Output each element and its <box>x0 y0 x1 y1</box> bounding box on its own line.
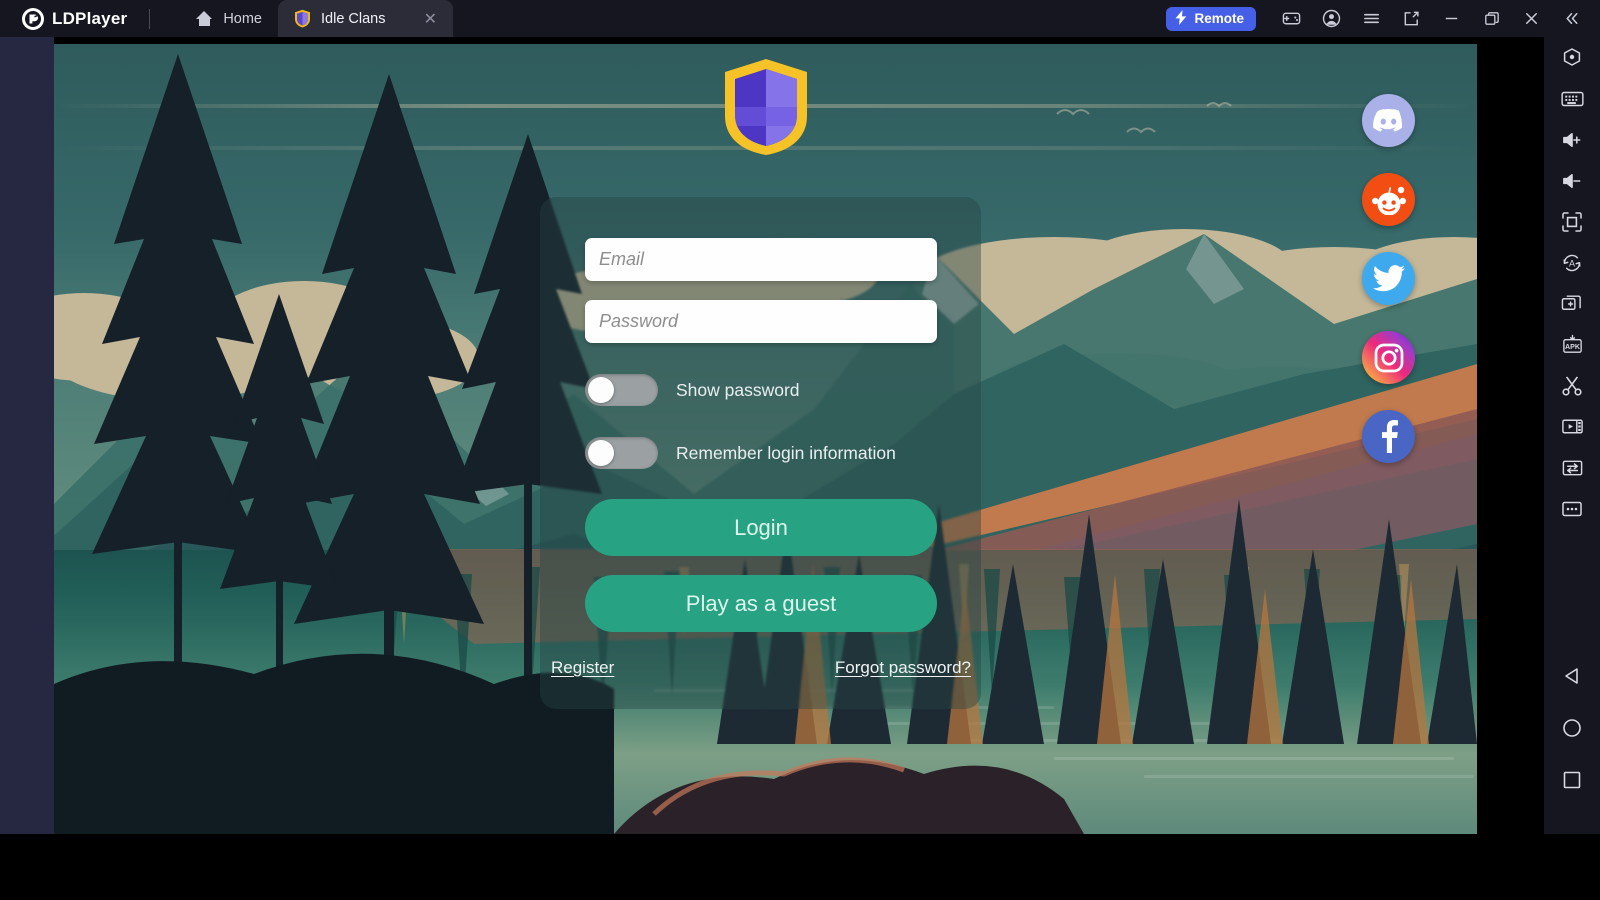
ldplayer-window: LDPlayer Home Idle Clans ✕ Remote Email … <box>0 0 1600 900</box>
login-button-label: Login <box>734 514 788 540</box>
play-as-guest-label: Play as a guest <box>685 590 837 616</box>
apk-install-icon[interactable]: APK <box>1544 324 1600 365</box>
auto-rotate-icon[interactable]: A <box>1544 242 1600 283</box>
minimize-icon[interactable] <box>1432 0 1470 37</box>
toggle-knob <box>588 377 614 403</box>
fullscreen-icon[interactable] <box>1544 201 1600 242</box>
bottom-bar <box>0 834 1600 900</box>
email-placeholder: Email <box>599 249 645 269</box>
facebook-icon[interactable] <box>1362 410 1415 463</box>
register-link[interactable]: Register <box>551 658 614 678</box>
remember-login-toggle[interactable] <box>585 437 658 469</box>
discord-icon[interactable] <box>1362 94 1415 147</box>
idle-clans-shield-logo <box>723 57 809 157</box>
home-icon <box>196 11 213 26</box>
left-rail <box>0 37 54 834</box>
remember-login-row[interactable]: Remember login information <box>585 437 896 469</box>
tab-home[interactable]: Home <box>180 0 278 37</box>
tab-home-label: Home <box>223 10 262 27</box>
volume-down-icon[interactable] <box>1544 160 1600 201</box>
idle-clans-shield-icon <box>294 9 311 28</box>
forgot-password-link[interactable]: Forgot password? <box>835 658 971 678</box>
screenshot-scissors-icon[interactable] <box>1544 365 1600 406</box>
restore-window-icon[interactable] <box>1472 0 1510 37</box>
new-window-icon[interactable] <box>1392 0 1430 37</box>
show-password-row[interactable]: Show password <box>585 374 800 406</box>
show-password-label: Show password <box>676 379 800 400</box>
hamburger-menu-icon[interactable] <box>1352 0 1390 37</box>
android-home-icon[interactable] <box>1544 702 1600 754</box>
window-controls: Remote <box>1166 0 1600 37</box>
android-back-icon[interactable] <box>1544 650 1600 702</box>
instagram-icon[interactable] <box>1362 331 1415 384</box>
emulator-screen: Email Password Show password Remember lo… <box>54 44 1477 834</box>
svg-text:APK: APK <box>1565 342 1581 350</box>
video-record-icon[interactable] <box>1544 406 1600 447</box>
play-as-guest-button[interactable]: Play as a guest <box>585 575 937 632</box>
more-options-icon[interactable] <box>1544 488 1600 529</box>
password-input[interactable]: Password <box>585 300 937 343</box>
brand-divider <box>149 8 151 29</box>
right-toolbar: A APK <box>1544 37 1600 834</box>
android-recents-icon[interactable] <box>1544 754 1600 806</box>
tab-bar: Home Idle Clans ✕ <box>180 0 453 37</box>
multi-instance-icon[interactable] <box>1544 283 1600 324</box>
volume-up-icon[interactable] <box>1544 119 1600 160</box>
remote-button[interactable]: Remote <box>1166 6 1256 31</box>
gamepad-icon[interactable] <box>1272 0 1310 37</box>
close-icon[interactable] <box>1512 0 1550 37</box>
svg-text:A: A <box>1569 258 1575 268</box>
settings-hexagon-icon[interactable] <box>1544 37 1600 78</box>
shake-sync-icon[interactable] <box>1544 447 1600 488</box>
foreground-pines-left <box>54 54 614 834</box>
ldplayer-logo-icon <box>22 7 44 30</box>
link-row: Register Forgot password? <box>551 658 971 678</box>
twitter-icon[interactable] <box>1362 252 1415 305</box>
brand-name: LDPlayer <box>52 8 128 28</box>
toggle-knob <box>588 440 614 466</box>
keyboard-icon[interactable] <box>1544 78 1600 119</box>
remote-button-label: Remote <box>1194 11 1244 26</box>
password-placeholder: Password <box>599 311 679 331</box>
birds <box>1056 102 1232 134</box>
reddit-icon[interactable] <box>1362 173 1415 226</box>
tab-idle-clans[interactable]: Idle Clans ✕ <box>278 0 453 37</box>
email-input[interactable]: Email <box>585 238 937 281</box>
login-button[interactable]: Login <box>585 499 937 556</box>
tab-close-icon[interactable]: ✕ <box>406 9 437 29</box>
bolt-icon <box>1174 9 1188 28</box>
show-password-toggle[interactable] <box>585 374 658 406</box>
brand: LDPlayer <box>0 7 151 30</box>
tab-idle-clans-label: Idle Clans <box>321 10 386 27</box>
title-bar: LDPlayer Home Idle Clans ✕ Remote <box>0 0 1600 37</box>
double-chevron-left-icon[interactable] <box>1552 0 1590 37</box>
account-circle-icon[interactable] <box>1312 0 1350 37</box>
remember-login-label: Remember login information <box>676 442 896 463</box>
